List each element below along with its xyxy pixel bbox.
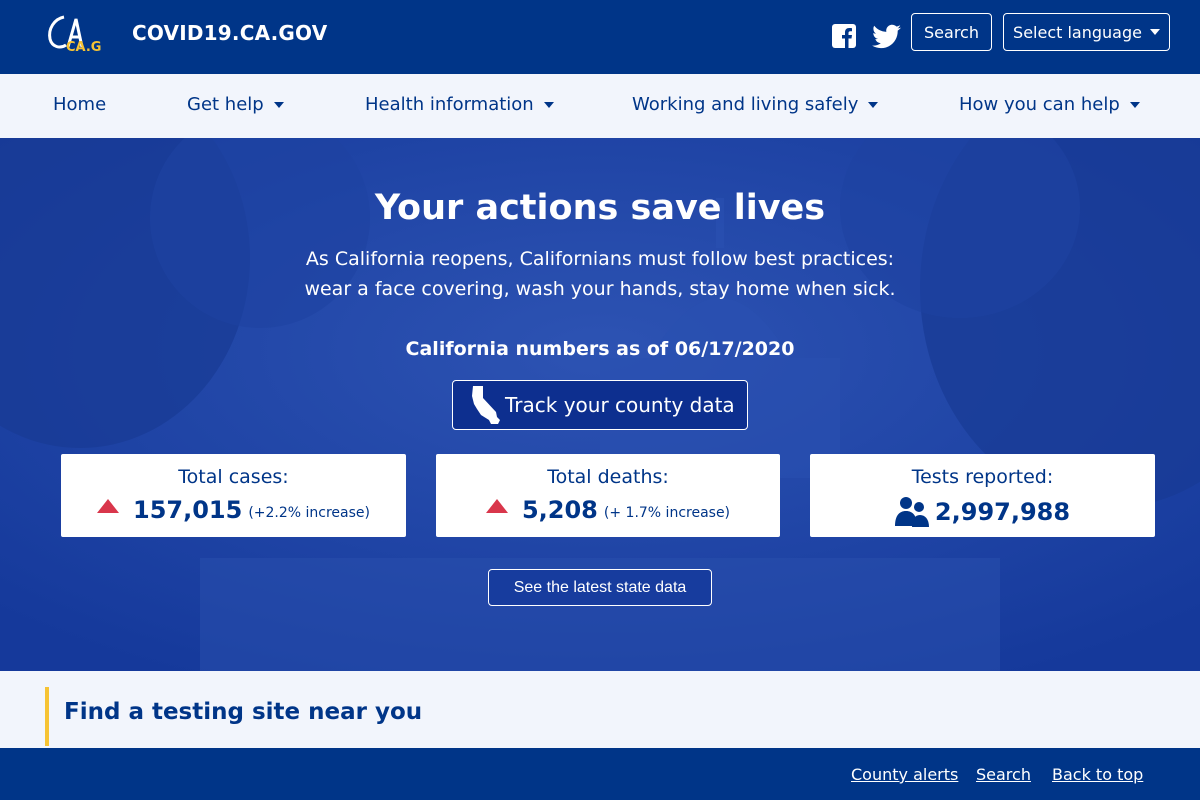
stat-change: (+ 1.7% increase) bbox=[603, 504, 731, 521]
nav-item-working-and-living-safely[interactable]: Working and living safely bbox=[632, 94, 879, 115]
nav-item-health-information[interactable]: Health information bbox=[365, 94, 554, 115]
footer-bar: County alerts Search Back to top bbox=[0, 748, 1200, 800]
select-language-dropdown[interactable]: Select language bbox=[1003, 13, 1170, 51]
nav-item-label: How you can help bbox=[959, 94, 1120, 115]
twitter-icon[interactable] bbox=[872, 24, 902, 50]
stat-value: 5,208 bbox=[521, 496, 598, 524]
total-deaths-card: Total deaths: 5,208 (+ 1.7% increase) bbox=[436, 454, 780, 537]
stat-label: Total cases: bbox=[178, 466, 289, 488]
stat-label: Total deaths: bbox=[547, 466, 669, 488]
track-county-data-button[interactable]: Track your county data bbox=[452, 380, 748, 430]
select-language-label: Select language bbox=[1013, 22, 1142, 42]
track-county-data-label: Track your county data bbox=[505, 393, 735, 417]
up-arrow-icon bbox=[97, 499, 119, 513]
chevron-down-icon bbox=[273, 102, 284, 108]
nav-item-label: Working and living safely bbox=[632, 94, 859, 115]
nav-item-label: Home bbox=[53, 94, 107, 115]
footer-search-link[interactable]: Search bbox=[976, 765, 1031, 784]
nav-item-how-you-can-help[interactable]: How you can help bbox=[959, 94, 1140, 115]
county-alerts-link[interactable]: County alerts bbox=[851, 765, 958, 784]
facebook-icon[interactable] bbox=[832, 24, 856, 48]
testing-site-section: Find a testing site near you bbox=[0, 671, 1200, 748]
people-icon bbox=[894, 497, 929, 527]
numbers-date: California numbers as of 06/17/2020 bbox=[405, 338, 795, 360]
hero-section: Your actions save lives As California re… bbox=[0, 138, 1200, 671]
total-cases-card: Total cases: 157,015 (+2.2% increase) bbox=[61, 454, 406, 537]
chevron-down-icon bbox=[868, 102, 879, 108]
back-to-top-link[interactable]: Back to top bbox=[1052, 765, 1143, 784]
chevron-down-icon bbox=[1129, 102, 1140, 108]
stat-value: 157,015 bbox=[133, 496, 243, 524]
hero-title: Your actions save lives bbox=[374, 188, 826, 228]
stat-change: (+2.2% increase) bbox=[248, 504, 370, 521]
tests-reported-card: Tests reported: 2,997,988 bbox=[810, 454, 1155, 537]
nav-item-home[interactable]: Home bbox=[53, 94, 106, 115]
up-arrow-icon bbox=[485, 499, 508, 513]
chevron-down-icon bbox=[543, 102, 554, 108]
testing-site-heading[interactable]: Find a testing site near you bbox=[64, 699, 422, 725]
accent-bar bbox=[45, 687, 49, 746]
see-latest-state-data-button[interactable]: See the latest state data bbox=[488, 569, 712, 606]
nav-item-label: Health information bbox=[365, 94, 534, 115]
stat-row: 157,015 (+2.2% increase) bbox=[61, 496, 406, 524]
chevron-down-icon bbox=[1149, 29, 1160, 35]
site-title[interactable]: COVID19.CA.GOV bbox=[132, 21, 327, 45]
california-map-icon bbox=[472, 386, 500, 424]
top-header: CA.GOV COVID19.CA.GOV Search Select lang… bbox=[0, 0, 1200, 74]
stat-row: 5,208 (+ 1.7% increase) bbox=[436, 496, 780, 524]
main-navigation: Home Get help Health information Working… bbox=[0, 74, 1200, 138]
nav-item-get-help[interactable]: Get help bbox=[187, 94, 284, 115]
stat-label: Tests reported: bbox=[911, 466, 1054, 488]
stat-value: 2,997,988 bbox=[934, 498, 1071, 526]
svg-text:CA.GOV: CA.GOV bbox=[66, 40, 102, 53]
hero-subtitle-line: As California reopens, Californians must… bbox=[305, 248, 895, 270]
hero-subtitle-line: wear a face covering, wash your hands, s… bbox=[304, 278, 896, 300]
nav-item-label: Get help bbox=[187, 94, 264, 115]
stat-row: 2,997,988 bbox=[810, 496, 1155, 528]
hero-subtitle: As California reopens, Californians must… bbox=[0, 244, 1200, 304]
search-button[interactable]: Search bbox=[911, 13, 992, 51]
ca-gov-logo[interactable]: CA.GOV bbox=[46, 13, 102, 53]
